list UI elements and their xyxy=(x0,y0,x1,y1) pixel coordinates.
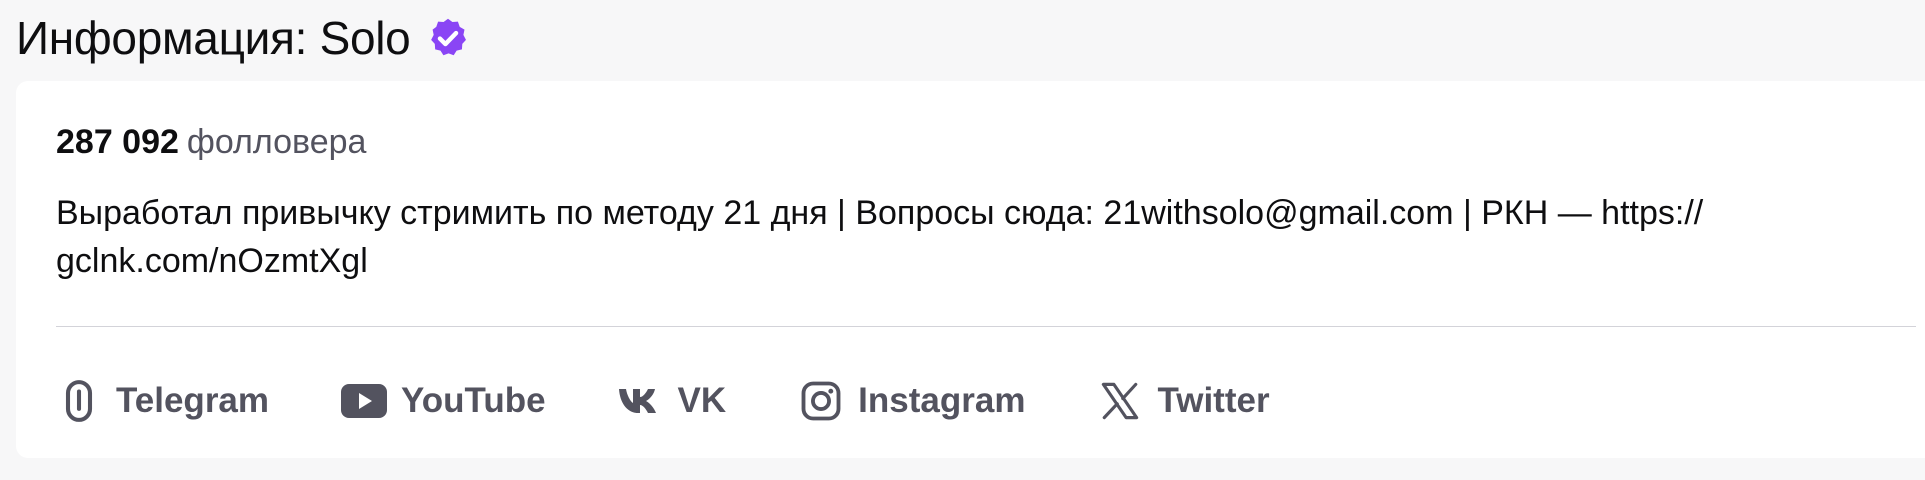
social-link-label: VK xyxy=(677,381,727,420)
vk-icon xyxy=(618,378,664,424)
x-twitter-icon xyxy=(1097,378,1143,424)
follower-count: 287 092 фолловера xyxy=(56,123,366,162)
social-link-instagram[interactable]: Instagram xyxy=(798,378,1025,424)
social-link-label: Instagram xyxy=(858,381,1026,420)
social-link-twitter[interactable]: Twitter xyxy=(1097,378,1270,424)
social-link-youtube[interactable]: YouTube xyxy=(341,378,546,424)
social-link-label: Twitter xyxy=(1157,381,1270,420)
channel-bio: Выработал привычку стримить по методу 21… xyxy=(56,194,1704,280)
youtube-icon xyxy=(341,378,388,424)
social-links: Telegram YouTube VK Instagram Twitter xyxy=(56,371,1342,431)
divider xyxy=(56,326,1916,327)
social-link-vk[interactable]: VK xyxy=(618,378,727,424)
instagram-icon xyxy=(798,378,844,424)
link-icon xyxy=(56,378,102,424)
follower-count-label: фолловера xyxy=(186,123,367,161)
about-panel: 287 092 фолловера Выработал привычку стри… xyxy=(16,81,1925,458)
page-title: Информация: Solo xyxy=(16,12,411,64)
follower-count-value: 287 092 xyxy=(56,123,179,161)
social-link-telegram[interactable]: Telegram xyxy=(56,378,269,424)
social-link-label: YouTube xyxy=(401,381,546,420)
social-link-label: Telegram xyxy=(116,381,270,420)
verified-badge-icon xyxy=(426,16,470,60)
page-header: Информация: Solo xyxy=(16,0,470,76)
